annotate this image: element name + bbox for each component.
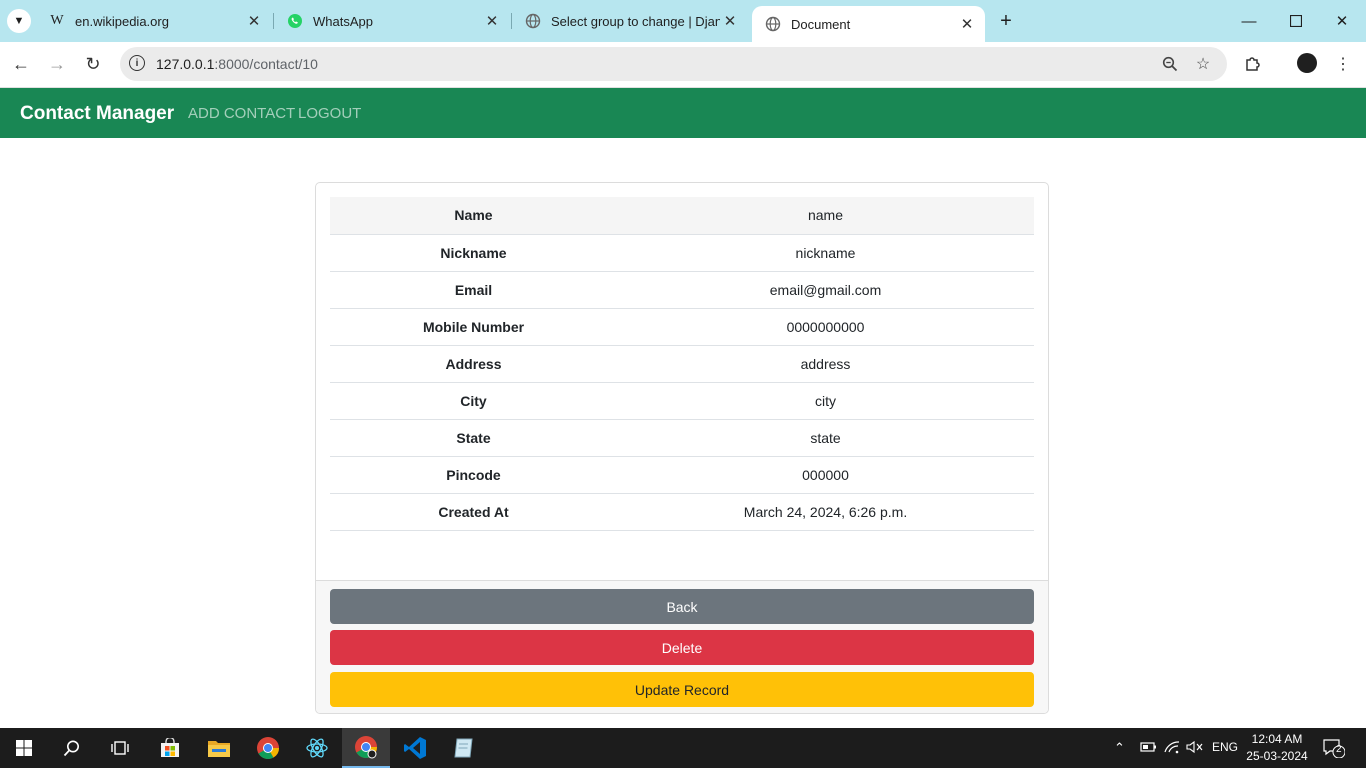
chrome-icon[interactable] <box>244 728 292 768</box>
field-value: name <box>617 197 1034 235</box>
file-explorer-icon[interactable] <box>195 728 243 768</box>
clock-time: 12:04 AM <box>1251 732 1303 746</box>
close-icon[interactable]: ✕ <box>957 14 977 34</box>
field-value: nickname <box>617 234 1034 272</box>
field-label: Created At <box>330 493 617 531</box>
close-icon[interactable]: ✕ <box>244 11 264 31</box>
vscode-icon[interactable] <box>391 728 439 768</box>
field-label: State <box>330 419 617 457</box>
forward-arrow-icon[interactable]: → <box>45 52 69 76</box>
search-icon[interactable] <box>48 728 96 768</box>
table-row: Email email@gmail.com <box>330 271 1034 309</box>
notepad-icon[interactable] <box>440 728 488 768</box>
field-label: Address <box>330 345 617 383</box>
nav-link-add-contact[interactable]: ADD CONTACT <box>188 105 295 122</box>
table-row: Nickname nickname <box>330 234 1034 272</box>
field-label: Name <box>330 197 617 235</box>
reload-icon[interactable]: ↻ <box>81 52 105 76</box>
bookmark-star-icon[interactable]: ☆ <box>1193 54 1213 74</box>
tab-wikipedia[interactable]: W en.wikipedia.org ✕ <box>36 0 272 42</box>
new-tab-plus-icon[interactable]: + <box>995 10 1017 32</box>
tab-whatsapp[interactable]: WhatsApp ✕ <box>274 0 510 42</box>
tab-title: WhatsApp <box>313 13 373 29</box>
table-row: State state <box>330 419 1034 457</box>
field-label: Nickname <box>330 234 617 272</box>
tab-document[interactable]: Document ✕ <box>752 6 985 42</box>
field-label: Pincode <box>330 456 617 494</box>
field-label: Email <box>330 271 617 309</box>
extensions-puzzle-icon[interactable] <box>1242 53 1264 75</box>
close-icon[interactable]: ✕ <box>720 11 740 31</box>
brand-title[interactable]: Contact Manager <box>20 103 174 125</box>
windows-start-icon[interactable] <box>0 728 48 768</box>
task-view-icon[interactable] <box>96 728 144 768</box>
field-value: March 24, 2024, 6:26 p.m. <box>617 493 1034 531</box>
tab-title: Select group to change | Djang <box>551 13 720 29</box>
browser-tab-strip: ▼ W en.wikipedia.org ✕ WhatsApp ✕ Select… <box>0 0 1366 42</box>
field-value: email@gmail.com <box>617 271 1034 309</box>
browser-toolbar: ← → ↻ i 127.0.0.1:8000/contact/10 ☆ ⋮ <box>0 42 1366 88</box>
contact-detail-card: Name name Nickname nickname Email email@gma… <box>315 182 1049 714</box>
globe-icon <box>765 16 781 32</box>
chrome-active-icon[interactable] <box>342 728 390 768</box>
site-info-icon[interactable]: i <box>129 55 145 71</box>
address-bar[interactable]: i 127.0.0.1:8000/contact/10 ☆ <box>120 47 1227 81</box>
contact-details-table: Name name Nickname nickname Email email@gma… <box>330 197 1034 531</box>
field-label: City <box>330 382 617 420</box>
wifi-icon[interactable] <box>1163 740 1181 757</box>
table-row: Created At March 24, 2024, 6:26 p.m. <box>330 493 1034 531</box>
update-record-button[interactable]: Update Record <box>330 672 1034 707</box>
table-row: City city <box>330 382 1034 420</box>
field-value: state <box>617 419 1034 457</box>
field-value: 0000000000 <box>617 308 1034 346</box>
globe-icon <box>525 13 541 29</box>
tab-title: en.wikipedia.org <box>75 13 169 29</box>
close-icon[interactable]: ✕ <box>482 11 502 31</box>
window-close-icon[interactable]: ✕ <box>1327 8 1357 34</box>
maximize-icon[interactable] <box>1281 8 1311 34</box>
app-navbar: Contact Manager ADD CONTACT LOGOUT <box>0 88 1366 138</box>
profile-avatar[interactable] <box>1297 53 1317 73</box>
windows-taskbar: ⌃ ENG 12:04 AM 25-03-2024 2 <box>0 728 1366 768</box>
url-text[interactable]: 127.0.0.1:8000/contact/10 <box>156 56 318 72</box>
card-footer: Back Delete Update Record <box>316 580 1048 713</box>
field-label: Mobile Number <box>330 308 617 346</box>
back-arrow-icon[interactable]: ← <box>9 52 33 76</box>
field-value: 000000 <box>617 456 1034 494</box>
zoom-icon[interactable] <box>1160 54 1180 74</box>
minimize-icon[interactable]: — <box>1234 8 1264 34</box>
table-row: Name name <box>330 197 1034 235</box>
table-row: Address address <box>330 345 1034 383</box>
clock-date: 25-03-2024 <box>1246 749 1308 763</box>
browser-menu-icon[interactable]: ⋮ <box>1332 53 1354 75</box>
language-indicator[interactable]: ENG <box>1212 740 1238 754</box>
notification-center-icon[interactable]: 2 <box>1323 738 1346 759</box>
nav-link-logout[interactable]: LOGOUT <box>298 105 361 122</box>
field-value: city <box>617 382 1034 420</box>
field-value: address <box>617 345 1034 383</box>
table-row: Pincode 000000 <box>330 456 1034 494</box>
back-button[interactable]: Back <box>330 589 1034 624</box>
tab-django-admin[interactable]: Select group to change | Djang ✕ <box>512 0 748 42</box>
react-icon[interactable] <box>293 728 341 768</box>
notification-count: 2 <box>1336 744 1342 755</box>
delete-button[interactable]: Delete <box>330 630 1034 665</box>
whatsapp-icon <box>287 13 303 29</box>
tab-search-chevron-icon[interactable]: ▼ <box>7 9 31 33</box>
battery-icon[interactable] <box>1139 740 1157 757</box>
show-hidden-icons-chevron-icon[interactable]: ⌃ <box>1114 740 1125 756</box>
table-row: Mobile Number 0000000000 <box>330 308 1034 346</box>
taskbar-clock[interactable]: 12:04 AM 25-03-2024 <box>1244 731 1310 765</box>
wikipedia-icon: W <box>50 13 64 28</box>
volume-muted-icon[interactable] <box>1186 740 1204 757</box>
microsoft-store-icon[interactable] <box>146 728 194 768</box>
tab-title: Document <box>791 16 851 32</box>
